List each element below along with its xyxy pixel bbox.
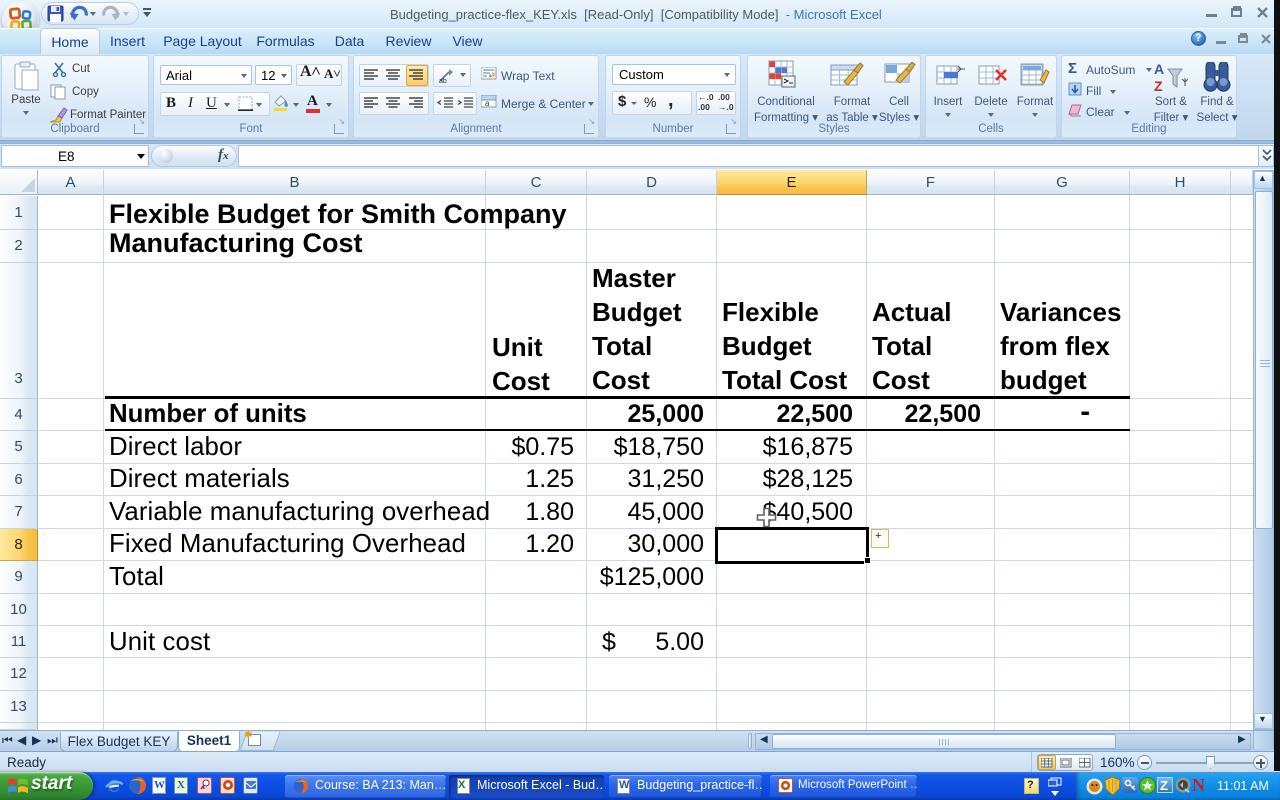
svg-text:a: a (485, 99, 490, 108)
svg-text:Z: Z (1154, 78, 1163, 93)
svg-text:A: A (1154, 61, 1164, 77)
svg-text:ab: ab (439, 78, 447, 84)
